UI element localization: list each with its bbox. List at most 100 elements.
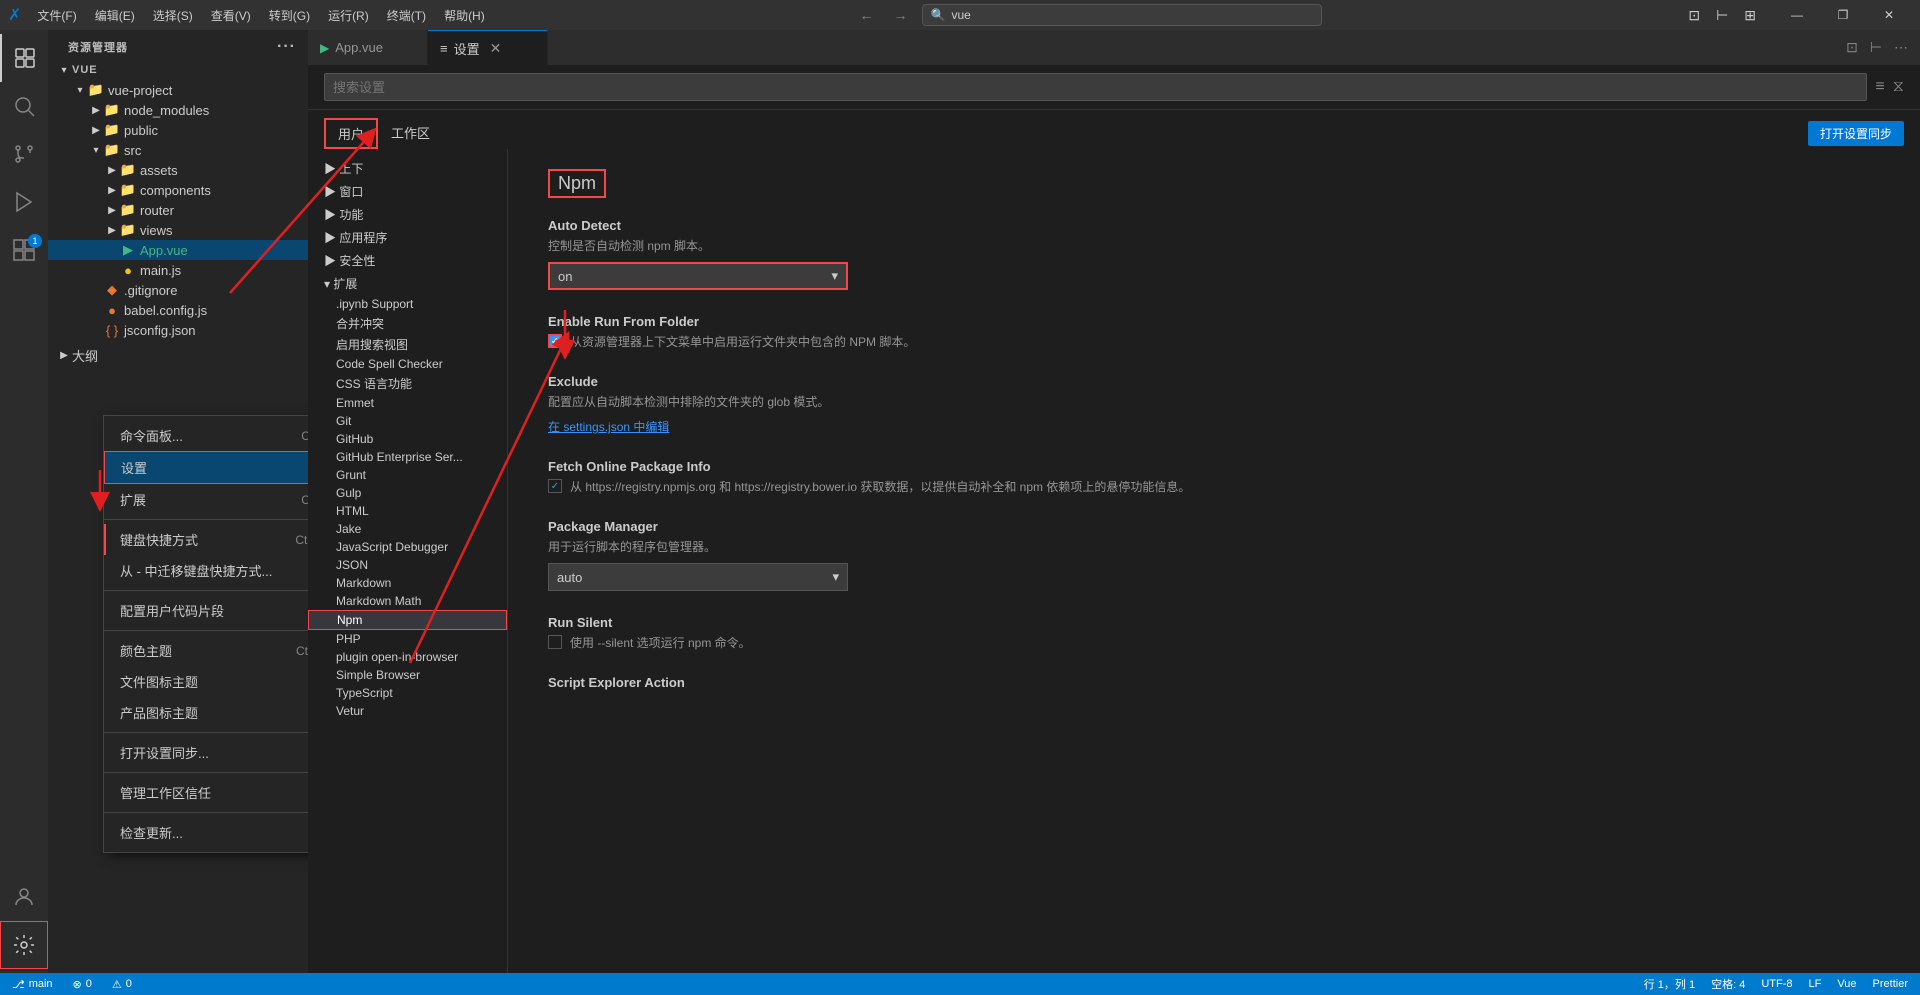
menu-view[interactable]: 查看(V)	[203, 5, 259, 26]
status-spaces[interactable]: 空格: 4	[1707, 976, 1749, 992]
nav-item-spell-checker[interactable]: Code Spell Checker	[308, 355, 507, 373]
menu-goto[interactable]: 转到(G)	[261, 5, 318, 26]
status-branch[interactable]: ⎇ main	[8, 978, 57, 991]
nav-item-typescript[interactable]: TypeScript	[308, 684, 507, 702]
status-cursor[interactable]: 行 1，列 1	[1640, 976, 1699, 992]
grid-icon[interactable]: ⊞	[1738, 5, 1762, 26]
sidebar-item-gitignore[interactable]: ◆ .gitignore	[48, 280, 308, 300]
activity-search[interactable]	[0, 82, 48, 130]
tab-layout-icon[interactable]: ⊢	[1866, 37, 1886, 58]
nav-item-window[interactable]: ▶ 窗口	[308, 180, 507, 203]
nav-item-simple-browser[interactable]: Simple Browser	[308, 666, 507, 684]
nav-item-security[interactable]: ▶ 安全性	[308, 249, 507, 272]
setting-run-silent-checkbox[interactable]	[548, 635, 562, 649]
split-icon[interactable]: ⊢	[1710, 5, 1734, 26]
nav-item-html[interactable]: HTML	[308, 502, 507, 520]
nav-item-git[interactable]: Git	[308, 412, 507, 430]
sidebar-item-outline[interactable]: ▶ 大纲	[48, 344, 308, 367]
ctx-workspace-trust[interactable]: 管理工作区信任	[104, 777, 308, 808]
setting-auto-detect-select[interactable]: on ▾	[548, 262, 848, 290]
ctx-color-theme[interactable]: 颜色主题 Ctrl+K Ctrl+T	[104, 635, 308, 666]
sidebar-item-jsconfig[interactable]: { } jsconfig.json	[48, 320, 308, 340]
tab-settings[interactable]: ≡ 设置 ✕	[428, 30, 548, 65]
minimize-button[interactable]: —	[1774, 0, 1820, 30]
setting-exclude-link[interactable]: 在 settings.json 中编辑	[548, 420, 669, 434]
menu-edit[interactable]: 编辑(E)	[87, 5, 143, 26]
maximize-button[interactable]: ❐	[1820, 0, 1866, 30]
ctx-migrate-keyboard[interactable]: 从 - 中迁移键盘快捷方式...	[104, 555, 308, 586]
sidebar-item-views[interactable]: ▶ 📁 views	[48, 220, 308, 240]
status-language[interactable]: Vue	[1833, 976, 1860, 992]
status-warnings[interactable]: ⚠ 0	[108, 978, 136, 991]
nav-item-markdown-math[interactable]: Markdown Math	[308, 592, 507, 610]
sidebar-more-button[interactable]: ···	[277, 38, 296, 56]
sidebar-item-babel[interactable]: ● babel.config.js	[48, 300, 308, 320]
settings-tab-user[interactable]: 用户	[324, 118, 378, 149]
nav-item-search-view[interactable]: 启用搜索视图	[308, 334, 507, 355]
settings-filter2-icon[interactable]: ⧖	[1893, 78, 1904, 96]
close-button[interactable]: ✕	[1866, 0, 1912, 30]
setting-package-manager-select[interactable]: auto ▾	[548, 563, 848, 591]
sidebar-item-node-modules[interactable]: ▶ 📁 node_modules	[48, 100, 308, 120]
sidebar-item-src[interactable]: ▾ 📁 src	[48, 140, 308, 160]
setting-fetch-online-checkbox[interactable]: ✓	[548, 479, 562, 493]
menu-file[interactable]: 文件(F)	[29, 5, 84, 26]
activity-extensions[interactable]: 1	[0, 226, 48, 274]
ctx-command-palette[interactable]: 命令面板... Ctrl+Shift+P	[104, 420, 308, 451]
sidebar-item-router[interactable]: ▶ 📁 router	[48, 200, 308, 220]
nav-item-json[interactable]: JSON	[308, 556, 507, 574]
nav-item-grunt[interactable]: Grunt	[308, 466, 507, 484]
nav-back-button[interactable]: ←	[854, 5, 880, 25]
status-encoding[interactable]: UTF-8	[1757, 976, 1796, 992]
nav-item-plugin-open[interactable]: plugin open-in-browser	[308, 648, 507, 666]
sidebar-item-main-js[interactable]: ● main.js	[48, 260, 308, 280]
nav-item-npm[interactable]: Npm	[308, 610, 507, 630]
nav-forward-button[interactable]: →	[888, 5, 914, 25]
activity-accounts[interactable]	[0, 873, 48, 921]
activity-settings[interactable]	[0, 921, 48, 969]
status-formatter[interactable]: Prettier	[1869, 976, 1912, 992]
ctx-file-icon-theme[interactable]: 文件图标主题	[104, 666, 308, 697]
sidebar-item-vue[interactable]: ▾ VUE	[48, 60, 308, 80]
menu-run[interactable]: 运行(R)	[320, 5, 377, 26]
nav-item-extensions[interactable]: ▾ 扩展	[308, 272, 507, 295]
sidebar-item-components[interactable]: ▶ 📁 components	[48, 180, 308, 200]
sidebar-item-vue-project[interactable]: ▾ 📁 vue-project	[48, 80, 308, 100]
nav-item-css[interactable]: CSS 语言功能	[308, 373, 507, 394]
open-sync-button[interactable]: 打开设置同步	[1808, 121, 1904, 146]
nav-item-ipynb[interactable]: .ipynb Support	[308, 295, 507, 313]
status-eol[interactable]: LF	[1805, 976, 1826, 992]
nav-item-github-enterprise[interactable]: GitHub Enterprise Ser...	[308, 448, 507, 466]
global-search-bar[interactable]: 🔍 vue	[922, 4, 1322, 26]
menu-select[interactable]: 选择(S)	[145, 5, 201, 26]
nav-item-app[interactable]: ▶ 应用程序	[308, 226, 507, 249]
tab-close-button[interactable]: ✕	[490, 40, 502, 57]
tab-app-vue[interactable]: ▶ App.vue	[308, 30, 428, 65]
nav-item-jake[interactable]: Jake	[308, 520, 507, 538]
nav-item-features[interactable]: ▶ 功能	[308, 203, 507, 226]
ctx-keyboard-shortcuts[interactable]: 键盘快捷方式 Ctrl+K Ctrl+S	[104, 524, 308, 555]
nav-item-emmet[interactable]: Emmet	[308, 394, 507, 412]
sidebar-item-public[interactable]: ▶ 📁 public	[48, 120, 308, 140]
ctx-open-sync[interactable]: 打开设置同步...	[104, 737, 308, 768]
nav-item-gulp[interactable]: Gulp	[308, 484, 507, 502]
settings-tab-workspace[interactable]: 工作区	[378, 118, 443, 149]
setting-enable-run-checkbox[interactable]: ✓	[548, 334, 562, 348]
nav-item-php[interactable]: PHP	[308, 630, 507, 648]
nav-item-vetur[interactable]: Vetur	[308, 702, 507, 720]
nav-item-markdown[interactable]: Markdown	[308, 574, 507, 592]
sidebar-item-app-vue[interactable]: ▶ App.vue	[48, 240, 308, 260]
ctx-product-icon-theme[interactable]: 产品图标主题	[104, 697, 308, 728]
sidebar-item-assets[interactable]: ▶ 📁 assets	[48, 160, 308, 180]
status-errors[interactable]: ⊗ 0	[69, 978, 96, 991]
ctx-settings[interactable]: 设置 Ctrl+,	[104, 451, 308, 484]
ctx-extensions[interactable]: 扩展 Ctrl+Shift+X	[104, 484, 308, 515]
nav-item-merge-conflict[interactable]: 合并冲突	[308, 313, 507, 334]
tab-split-icon[interactable]: ⊡	[1842, 37, 1862, 58]
ctx-snippets[interactable]: 配置用户代码片段	[104, 595, 308, 626]
nav-item-github[interactable]: GitHub	[308, 430, 507, 448]
settings-search-input[interactable]	[324, 73, 1867, 101]
settings-filter-icon[interactable]: ≡	[1875, 78, 1884, 96]
ctx-check-updates[interactable]: 检查更新...	[104, 817, 308, 848]
layout-icon[interactable]: ⊡	[1682, 5, 1706, 26]
